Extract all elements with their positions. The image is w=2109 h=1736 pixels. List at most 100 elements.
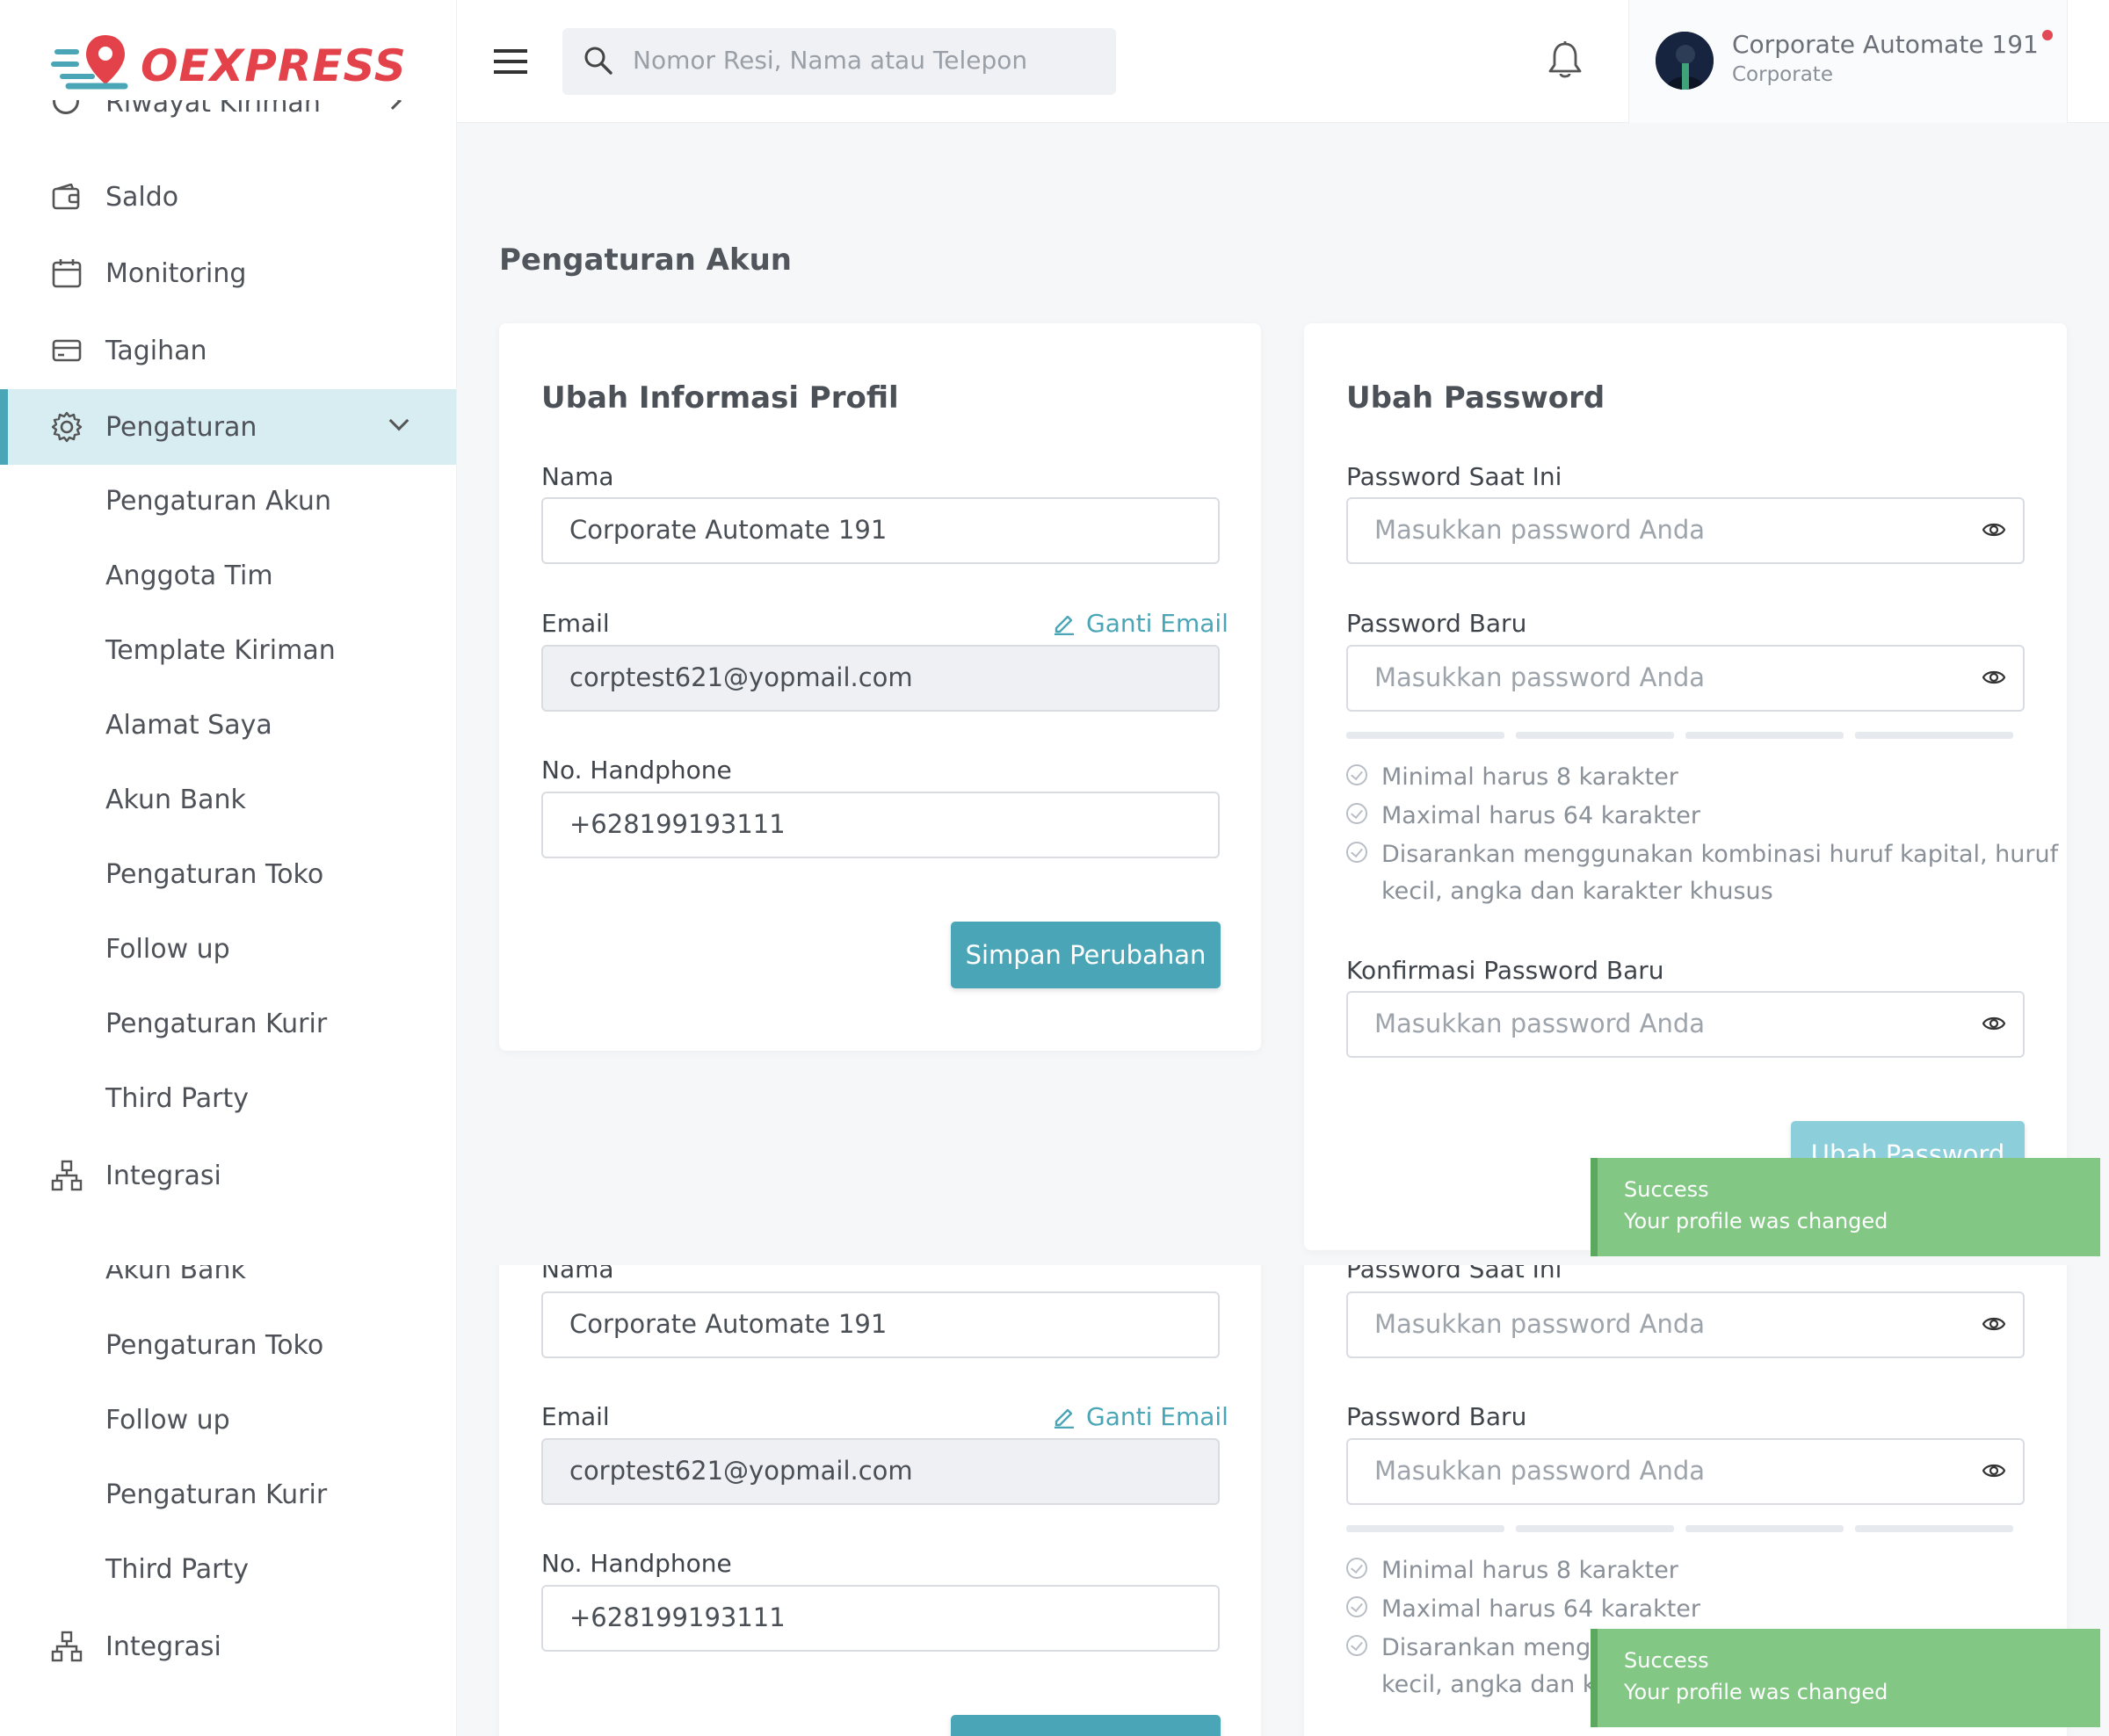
eye-icon[interactable] [1982, 668, 2006, 691]
confirm-password-label: Konfirmasi Password Baru [1346, 956, 1664, 985]
strength-bar [1516, 732, 1674, 739]
password-rule: Maximal harus 64 karakter [1346, 1591, 1700, 1628]
bell-icon[interactable] [1547, 40, 1584, 84]
save-changes-button[interactable] [951, 1715, 1221, 1736]
sidebar-item-label: Riwayat Kiriman [105, 100, 321, 119]
network-icon [51, 1631, 83, 1662]
password-rule: Disarankan mengg kecil, angka dan ka [1346, 1630, 1610, 1703]
toast-message: Your profile was changed [1624, 1209, 1888, 1233]
email-field: corptest621@yopmail.com [541, 645, 1220, 712]
sidebar-item-label: Monitoring [105, 257, 247, 289]
check-circle-icon [1346, 1635, 1367, 1656]
sidebar-item-label: Pengaturan [105, 411, 257, 443]
eye-icon[interactable] [1982, 1461, 2006, 1484]
password-rule: Minimal harus 8 karakter [1346, 759, 1678, 796]
search-input[interactable]: Nomor Resi, Nama atau Telepon [562, 28, 1116, 95]
name-field[interactable]: Corporate Automate 191 [541, 1291, 1220, 1358]
sidebar-item-integrasi[interactable]: Integrasi [0, 1138, 456, 1213]
wallet-icon [51, 181, 83, 213]
phone-label: No. Handphone [541, 756, 732, 785]
new-password-field[interactable]: Masukkan password Anda [1346, 645, 2025, 712]
sidebar-subitem-pengaturan-kurir[interactable]: Pengaturan Kurir [105, 1007, 327, 1042]
password-rule: Disarankan menggunakan kombinasi huruf k… [1346, 836, 2058, 910]
success-toast[interactable]: Success Your profile was changed [1591, 1158, 2100, 1256]
phone-value: +628199193111 [569, 809, 786, 839]
hamburger-menu-icon[interactable] [494, 49, 527, 74]
eye-icon[interactable] [1982, 1014, 2006, 1037]
network-icon [51, 1160, 83, 1191]
new-password-placeholder: Masukkan password Anda [1374, 662, 1706, 692]
password-rule: Maximal harus 64 karakter [1346, 798, 1700, 835]
sidebar-item-pengaturan[interactable]: Pengaturan [0, 389, 456, 465]
sidebar-item-label: Tagihan [105, 335, 207, 366]
email-field: corptest621@yopmail.com [541, 1438, 1220, 1505]
phone-label: No. Handphone [541, 1549, 732, 1578]
name-value: Corporate Automate 191 [569, 515, 888, 545]
current-password-field[interactable]: Masukkan password Anda [1346, 497, 2025, 564]
sidebar-subitem-pengaturan-toko[interactable]: Pengaturan Toko [105, 857, 323, 893]
strength-bar [1855, 732, 2013, 739]
profile-card-title: Ubah Informasi Profil [541, 380, 899, 416]
page-title: Pengaturan Akun [499, 242, 793, 278]
sidebar: OEXPRESS Riwayat Kiriman Saldo Monitorin… [0, 0, 457, 1265]
sidebar-subitem-pengaturan-kurir[interactable]: Pengaturan Kurir [105, 1478, 327, 1513]
check-circle-icon [1346, 842, 1367, 863]
strength-bar [1346, 1525, 1504, 1532]
sidebar-subitem-third-party[interactable]: Third Party [105, 1081, 249, 1117]
phone-field[interactable]: +628199193111 [541, 1585, 1220, 1652]
eye-icon[interactable] [1982, 520, 2006, 543]
user-name: Corporate Automate 191 [1732, 30, 2039, 59]
pencil-icon [1054, 1408, 1074, 1429]
current-password-field[interactable]: Masukkan password Anda [1346, 1291, 2025, 1358]
current-password-label: Password Saat Ini [1346, 462, 1562, 491]
toast-message: Your profile was changed [1624, 1680, 1888, 1704]
sidebar-subitem-anggota-tim[interactable]: Anggota Tim [105, 559, 273, 594]
sidebar-subitem-alamat-saya[interactable]: Alamat Saya [105, 708, 272, 743]
check-circle-icon [1346, 803, 1367, 824]
name-field[interactable]: Corporate Automate 191 [541, 497, 1220, 564]
clock-icon [53, 100, 79, 114]
user-role: Corporate [1732, 63, 1833, 86]
sidebar-subitem-pengaturan-toko[interactable]: Pengaturan Toko [105, 1328, 323, 1363]
strength-bar [1516, 1525, 1674, 1532]
logo[interactable]: OEXPRESS [51, 30, 420, 100]
email-value: corptest621@yopmail.com [569, 1456, 913, 1486]
sidebar-item-riwayat-kiriman[interactable]: Riwayat Kiriman [0, 100, 456, 135]
change-email-link[interactable]: Ganti Email [1053, 1402, 1228, 1431]
check-circle-icon [1346, 1596, 1367, 1617]
sidebar-item-saldo[interactable]: Saldo [0, 159, 456, 235]
save-changes-button[interactable]: Simpan Perubahan [951, 922, 1221, 988]
sidebar-subitem-follow-up[interactable]: Follow up [105, 932, 230, 967]
notification-dot [2042, 30, 2053, 40]
sidebar-item-monitoring[interactable]: Monitoring [0, 235, 456, 311]
email-label: Email [541, 1402, 610, 1431]
sidebar-subitem-third-party[interactable]: Third Party [105, 1552, 249, 1588]
sidebar-item-label: Integrasi [105, 1631, 221, 1662]
sidebar-lower: Akun Bank Pengaturan Toko Follow up Peng… [0, 1265, 457, 1736]
sidebar-subitem-akun-bank[interactable]: Akun Bank [105, 783, 246, 818]
user-profile-menu[interactable]: Corporate Automate 191 Corporate [1628, 0, 2068, 123]
sidebar-item-integrasi[interactable]: Integrasi [0, 1609, 456, 1684]
phone-field[interactable]: +628199193111 [541, 792, 1220, 858]
sidebar-item-label: Saldo [105, 181, 179, 213]
new-password-field[interactable]: Masukkan password Anda [1346, 1438, 2025, 1505]
sidebar-subitem-follow-up[interactable]: Follow up [105, 1403, 230, 1438]
current-password-placeholder: Masukkan password Anda [1374, 515, 1706, 545]
new-password-label: Password Baru [1346, 609, 1527, 638]
sidebar-item-tagihan[interactable]: Tagihan [0, 313, 456, 388]
search-icon [583, 46, 613, 79]
email-label: Email [541, 609, 610, 638]
sidebar-subitem-pengaturan-akun[interactable]: Pengaturan Akun [105, 484, 331, 519]
eye-icon[interactable] [1982, 1314, 2006, 1337]
toast-title: Success [1624, 1648, 1709, 1673]
confirm-password-field[interactable]: Masukkan password Anda [1346, 991, 2025, 1058]
strength-bar [1685, 1525, 1844, 1532]
name-label: Nama [541, 1265, 614, 1284]
success-toast[interactable]: Success Your profile was changed [1591, 1629, 2100, 1727]
toast-title: Success [1624, 1177, 1709, 1202]
sidebar-subitem-akun-bank[interactable]: Akun Bank [105, 1265, 369, 1288]
change-email-link[interactable]: Ganti Email [1053, 609, 1228, 638]
sidebar-item-label: Integrasi [105, 1160, 221, 1191]
check-circle-icon [1346, 1558, 1367, 1579]
sidebar-subitem-template-kiriman[interactable]: Template Kiriman [105, 633, 336, 669]
